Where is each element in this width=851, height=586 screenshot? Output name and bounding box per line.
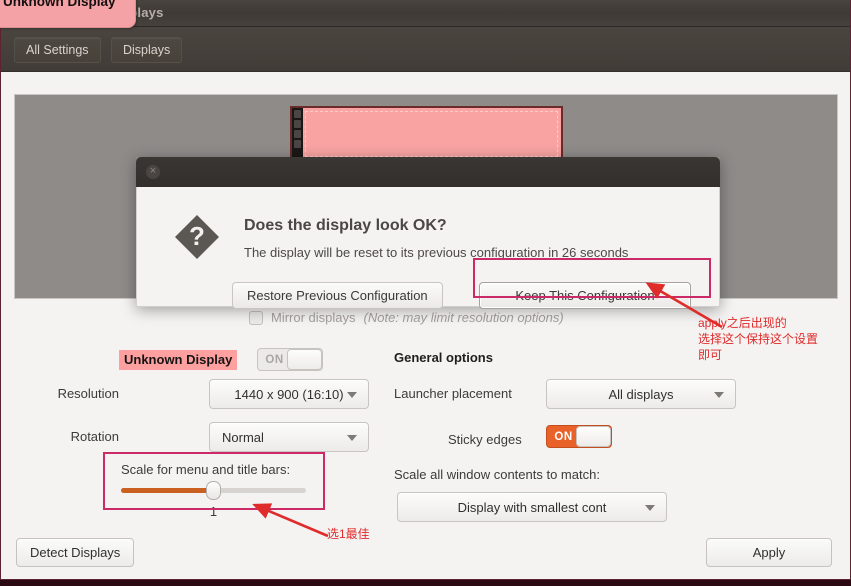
confirm-configuration-dialog: × ? Does the display look OK? The displa… — [136, 157, 720, 309]
launcher-icon — [294, 110, 301, 118]
chevron-down-icon — [347, 392, 357, 398]
scale-all-contents-label: Scale all window contents to match: — [394, 467, 600, 482]
chevron-down-icon — [645, 505, 655, 511]
launcher-placement-value: All displays — [608, 386, 674, 402]
toggle-knob — [287, 349, 322, 370]
detect-displays-button[interactable]: Detect Displays — [16, 538, 135, 567]
mirror-displays-note: (Note: may limit resolution options) — [363, 310, 564, 325]
display-name-row: Unknown Display — [119, 350, 238, 370]
dialog-titlebar: × — [136, 157, 720, 187]
chevron-down-icon — [714, 392, 724, 398]
annotation-note-keep: apply之后出现的 选择这个保持这个设置 即可 — [698, 316, 819, 362]
monitor-thumbnail[interactable] — [290, 106, 563, 162]
resolution-value: 1440 x 900 (16:10) — [234, 386, 344, 402]
dialog-body: ? Does the display look OK? The display … — [136, 187, 720, 309]
resolution-select[interactable]: 1440 x 900 (16:10) — [209, 379, 369, 409]
launcher-placement-label: Launcher placement — [394, 386, 512, 401]
rotation-value: Normal — [222, 429, 264, 445]
svg-text:?: ? — [189, 221, 205, 251]
sticky-edges-label: Sticky edges — [448, 432, 522, 447]
scale-slider-track[interactable] — [121, 481, 306, 500]
dialog-subtitle: The display will be reset to its previou… — [244, 245, 629, 260]
window-toolbar: All Settings Displays — [1, 27, 850, 72]
scale-slider-container[interactable]: 1 — [121, 481, 306, 519]
scale-slider-value: 1 — [209, 504, 218, 519]
launcher-placement-select[interactable]: All displays — [546, 379, 736, 409]
resolution-label: Resolution — [57, 386, 119, 401]
all-settings-button[interactable]: All Settings — [14, 37, 101, 63]
unknown-display-overlay-tab: Unknown Display — [0, 0, 136, 28]
launcher-bar-preview — [292, 108, 303, 160]
displays-button[interactable]: Displays — [111, 37, 183, 63]
dialog-title: Does the display look OK? — [244, 217, 447, 234]
general-options-heading: General options — [394, 350, 493, 365]
display-power-toggle[interactable]: ON — [257, 348, 323, 371]
keep-this-configuration-button[interactable]: Keep This Configuration — [479, 282, 691, 309]
chevron-down-icon — [347, 435, 357, 441]
sticky-edges-toggle-row[interactable]: ON — [546, 425, 612, 448]
restore-previous-configuration-button[interactable]: Restore Previous Configuration — [232, 282, 443, 309]
rotation-select[interactable]: Normal — [209, 422, 369, 452]
desktop-strip — [0, 580, 851, 586]
unknown-display-overlay-label: Unknown Display — [3, 0, 116, 9]
rotation-label: Rotation — [70, 429, 119, 444]
scale-slider-handle[interactable] — [206, 481, 222, 500]
display-name-label: Unknown Display — [119, 350, 238, 370]
apply-button[interactable]: Apply — [706, 538, 832, 567]
question-icon: ? — [174, 214, 220, 260]
sticky-edges-toggle[interactable]: ON — [546, 425, 612, 448]
scale-all-contents-select[interactable]: Display with smallest cont — [397, 492, 667, 522]
toggle-knob — [576, 426, 611, 447]
mirror-displays-row[interactable]: Mirror displays (Note: may limit resolut… — [249, 310, 564, 325]
mirror-displays-label: Mirror displays — [271, 310, 356, 325]
scale-menu-label-text: Scale for menu and title bars: — [121, 462, 291, 477]
dialog-close-icon[interactable]: × — [146, 165, 160, 179]
annotation-note-scale: 选1最佳 — [327, 527, 370, 541]
scale-slider-fill — [121, 488, 218, 493]
mirror-displays-checkbox[interactable] — [249, 310, 263, 325]
launcher-icon — [294, 120, 301, 128]
scale-all-contents-value: Display with smallest cont — [457, 499, 607, 515]
scale-menu-label: Scale for menu and title bars: — [121, 462, 290, 477]
monitor-screen-area — [305, 111, 558, 157]
display-power-toggle-row[interactable]: ON — [257, 348, 323, 371]
screen: Displays All Settings Displays — [0, 0, 851, 586]
launcher-icon — [294, 140, 301, 148]
launcher-icon — [294, 130, 301, 138]
